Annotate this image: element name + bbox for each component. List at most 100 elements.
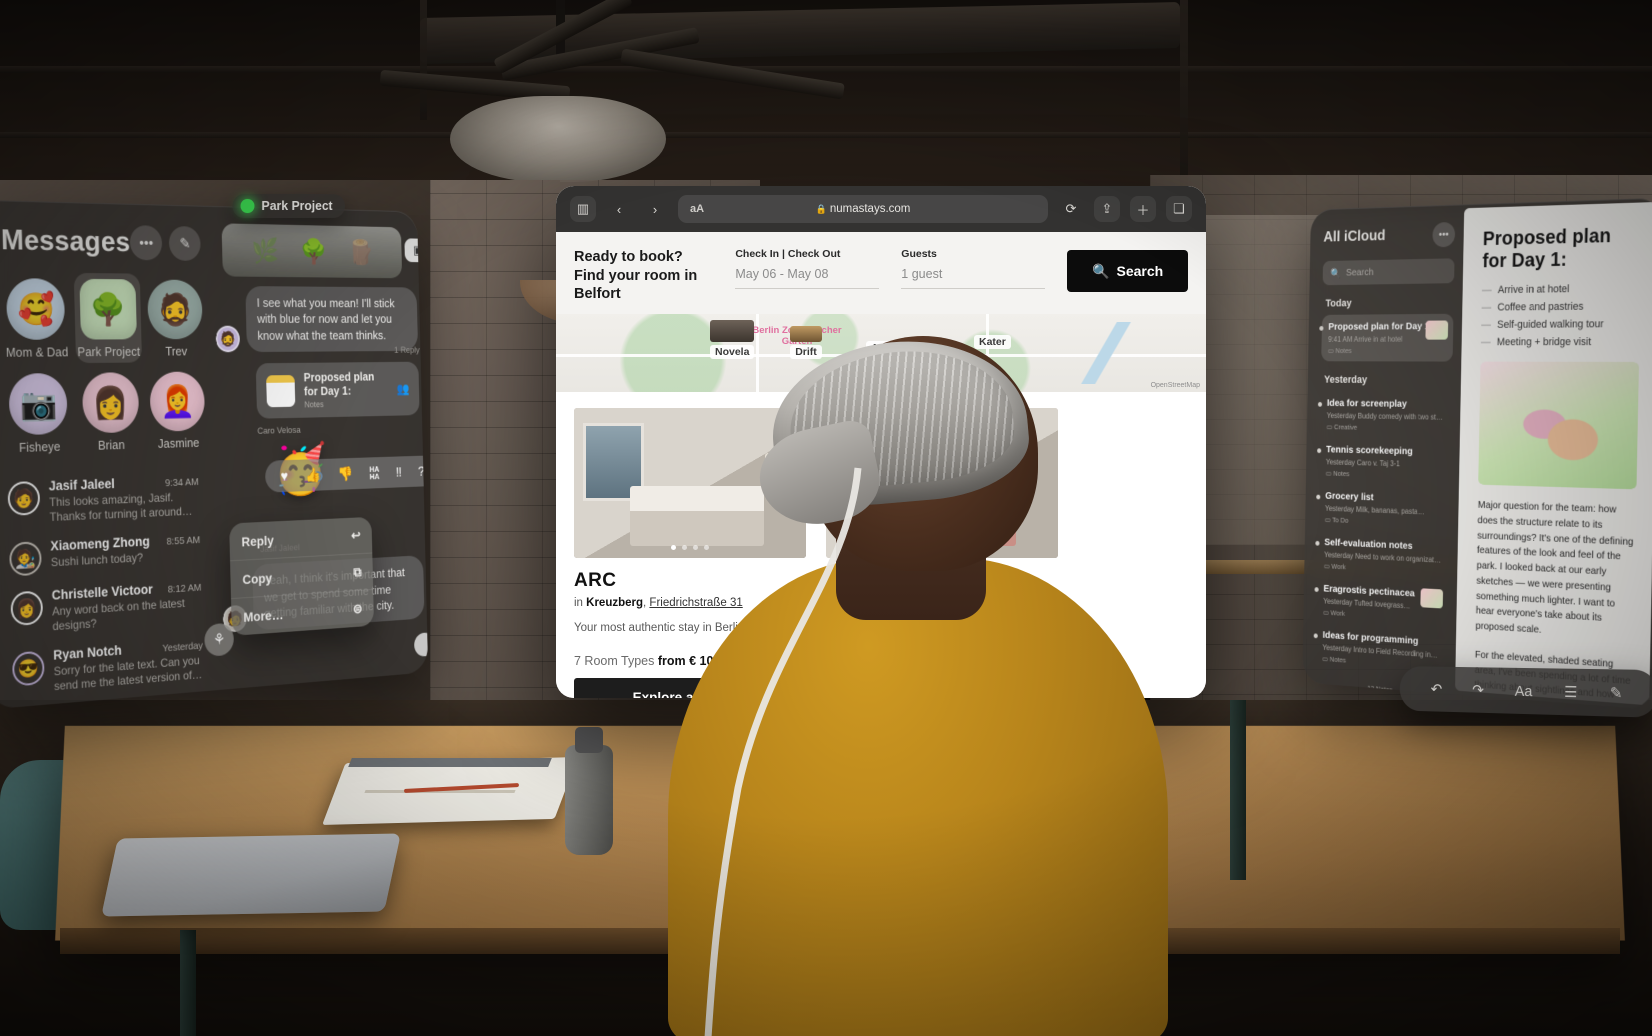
person-torso — [668, 558, 1168, 1036]
pinned-conversation[interactable]: 👩‍🦰 Jasmine — [148, 366, 208, 455]
share-icon[interactable]: ⇪ — [1094, 196, 1120, 222]
list-item[interactable]: 🧑 Jasif Jaleel 9:34 AM This looks amazing, … — [7, 467, 203, 534]
message-bubble[interactable]: I see what you mean! I'll stick with blu… — [245, 286, 419, 352]
checkin-value[interactable]: May 06 - May 08 — [735, 267, 880, 289]
note-bullet-list: — Arrive in at hotel — Coffee and pastries —… — [1481, 282, 1641, 348]
dash-icon: — — [1481, 319, 1492, 331]
note-list-item[interactable]: Idea for screenplay Yesterday Buddy comed… — [1317, 391, 1452, 440]
water-bottle — [565, 745, 613, 855]
checkin-checkout-field[interactable]: Check In | Check Out May 06 - May 08 — [735, 248, 880, 289]
conversation-list: 🧑 Jasif Jaleel 9:34 AM This looks amazing, … — [7, 467, 210, 710]
more-circle-icon: ⊜ — [352, 600, 363, 617]
note-bullet-text: Self-guided walking tour — [1497, 318, 1604, 331]
conversation-time: 8:12 AM — [167, 581, 202, 596]
notes-toolbar[interactable]: ↶ ↷ Aa ☰ ✎ — [1399, 666, 1652, 718]
pinned-conversation-label: Jasmine — [157, 436, 200, 451]
guests-value[interactable]: 1 guest — [901, 267, 1046, 289]
dash-icon: — — [1480, 336, 1491, 349]
search-button-label: Search — [1116, 263, 1164, 279]
note-title: Grocery list — [1325, 490, 1374, 504]
ceiling-beam — [1180, 0, 1188, 190]
heart-icon[interactable]: ♥ — [280, 468, 288, 484]
ceiling-beam — [420, 0, 427, 120]
note-snippet: Yesterday Caro v. Taj 3-1 — [1325, 457, 1400, 469]
compose-icon[interactable]: ✎ — [1610, 684, 1623, 703]
apps-icon[interactable]: ⚘ — [204, 622, 235, 657]
context-menu-label: Reply — [241, 532, 274, 549]
format-text-icon[interactable]: Aa — [1515, 682, 1533, 699]
booking-heading: Ready to book? Find your room in Belfort — [574, 249, 698, 303]
search-button[interactable]: 🔍 Search — [1067, 250, 1189, 292]
ceiling-beam — [0, 66, 1652, 73]
note-attachment-card[interactable]: Proposed plan for Day 1: Notes 👥 — [255, 361, 420, 420]
guests-field[interactable]: Guests 1 guest — [901, 248, 1046, 289]
pinned-conversation[interactable]: 🧔 Trev — [145, 274, 205, 363]
context-menu-label: More… — [243, 606, 284, 625]
person-wearing-headset — [608, 318, 1208, 1036]
tapback-bar[interactable]: ♥ 👍 👎 HA HA ‼ ? — [264, 455, 429, 493]
note-list-item[interactable]: Grocery list Yesterday Milk, bananas, pas… — [1316, 484, 1450, 536]
note-folder: ▭ Work — [1323, 561, 1346, 572]
dash-icon: — — [1481, 301, 1492, 314]
chevron-left-icon[interactable]: ‹ — [606, 196, 632, 222]
avatar: 📷 — [8, 372, 69, 436]
avatar: 👩 — [81, 372, 139, 434]
tabs-icon[interactable]: ❏ — [1166, 196, 1192, 222]
context-menu[interactable]: Reply ↩ Copy ⧉ More… ⊜ — [229, 516, 375, 636]
messages-window[interactable]: Messages ••• ✎ 🥰 Mom & Dad 🌳 Park Project 🧔 T… — [0, 199, 429, 710]
notes-window[interactable]: All iCloud ••• 🔍 Search Today Proposed pl… — [1302, 197, 1652, 710]
search-input[interactable]: 🔍 Search — [1322, 258, 1455, 286]
attachment-subtitle: Notes — [304, 399, 324, 410]
note-list-item[interactable]: Proposed plan for Day 1: 9:41 AM Arrive i… — [1319, 313, 1454, 362]
conversation-preview: This looks amazing, Jasif. Thanks for tu… — [49, 490, 182, 525]
pinned-conversation[interactable]: 📷 Fisheye — [4, 367, 73, 459]
url-text: 🔒 numastays.com — [815, 203, 911, 215]
chevron-right-icon[interactable]: › — [642, 196, 668, 222]
notes-groups: Today Proposed plan for Day 1: 9:41 AM Arr… — [1313, 297, 1454, 679]
checklist-icon[interactable]: ☰ — [1564, 683, 1578, 702]
compose-icon[interactable]: ✎ — [168, 225, 202, 261]
note-thumbnail — [1425, 320, 1449, 340]
sticker-sender-name: Caro Velosa — [257, 425, 301, 437]
address-bar[interactable]: aA 🔒 numastays.com — [678, 195, 1048, 223]
undo-icon[interactable]: ↶ — [1431, 680, 1443, 698]
notes-header: All iCloud ••• — [1323, 221, 1456, 250]
note-folder: ▭ To Do — [1324, 515, 1349, 525]
shareplay-session-badge[interactable]: Park Project — [232, 193, 345, 219]
ellipsis-icon[interactable]: ••• — [1432, 221, 1456, 248]
pinned-conversations: 🥰 Mom & Dad 🌳 Park Project 🧔 Trev 📷 Fisheye 👩 Bri… — [2, 272, 206, 459]
unread-dot-icon — [1319, 326, 1324, 331]
thumbs-down-icon[interactable]: 👎 — [337, 465, 353, 482]
avatar: 😎 — [11, 650, 45, 687]
photo-thumbnail: 🪵 — [347, 237, 375, 266]
compose-button[interactable] — [413, 632, 429, 658]
listing-loc-prefix: in — [574, 596, 583, 609]
ellipsis-icon[interactable]: ••• — [129, 225, 163, 261]
reply-count[interactable]: 1 Reply — [394, 345, 420, 355]
desk-leg — [180, 930, 196, 1036]
note-detail[interactable]: Proposed plan for Day 1: — Arrive in at h… — [1455, 201, 1652, 706]
redo-icon[interactable]: ↷ — [1472, 681, 1484, 699]
note-list-item[interactable]: Tennis scorekeeping Yesterday Caro v. Taj… — [1317, 437, 1451, 487]
note-heading: Proposed plan for Day 1: — [1482, 225, 1612, 273]
context-menu-item[interactable]: More… ⊜ — [231, 590, 374, 636]
pinned-conversation[interactable]: 👩 Brian — [76, 366, 144, 457]
plus-icon[interactable]: ＋ — [1130, 196, 1156, 222]
haha-icon[interactable]: HA HA — [369, 464, 379, 481]
exclamation-icon[interactable]: ‼ — [396, 464, 402, 480]
message-row-incoming: 🧔 I see what you mean! I'll stick with b… — [214, 286, 419, 353]
note-list-item[interactable]: Eragrostis pectinacea Yesterday Tufted lo… — [1314, 576, 1448, 631]
apple-logo-icon — [255, 862, 275, 886]
copy-icon: ⧉ — [353, 564, 362, 580]
unread-dot-icon — [1313, 633, 1318, 639]
pinned-conversation[interactable]: 🌳 Park Project — [73, 272, 143, 364]
note-paragraph: Major question for the team: how does th… — [1475, 499, 1634, 636]
sidebar-icon[interactable]: ▥ — [570, 196, 596, 222]
avatar: 🥰 — [6, 278, 66, 340]
reload-icon[interactable]: ⟳ — [1058, 196, 1084, 222]
note-list-item[interactable]: Self-evaluation notes Yesterday Need to w… — [1315, 530, 1449, 583]
pinned-conversation[interactable]: 🥰 Mom & Dad — [2, 272, 71, 364]
checkin-label: Check In | Check Out — [735, 248, 841, 260]
note-title: Idea for screenplay — [1326, 397, 1407, 410]
thumbs-up-icon[interactable]: 👍 — [305, 466, 321, 483]
